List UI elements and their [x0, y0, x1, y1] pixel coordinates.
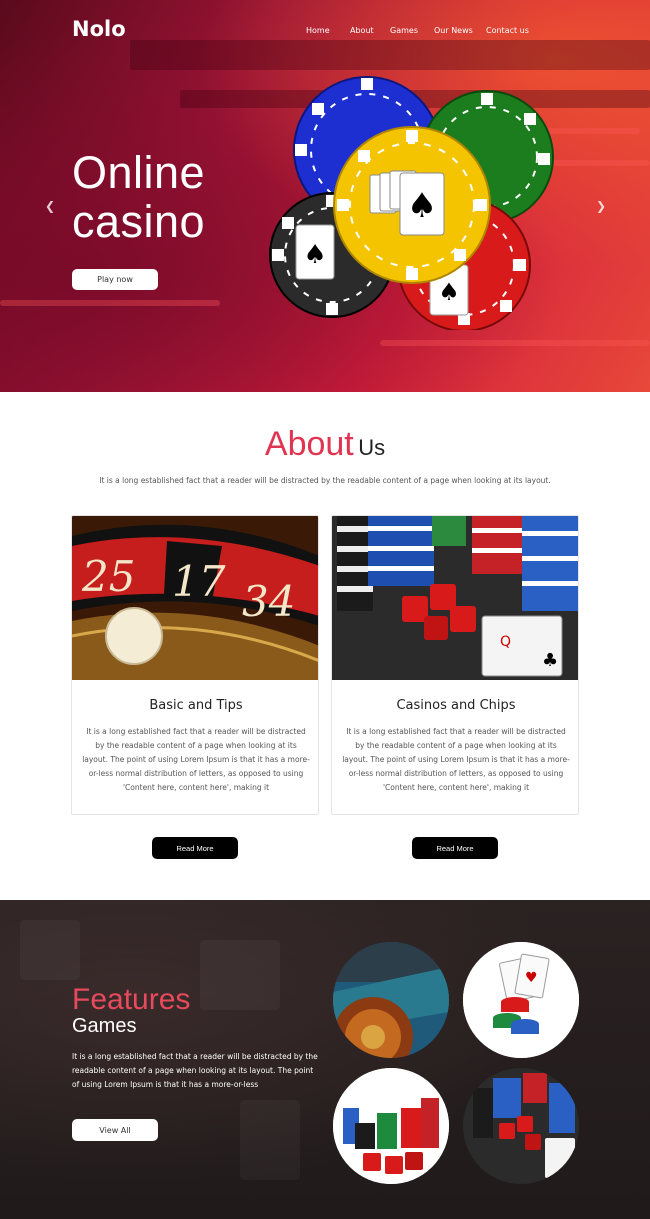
chips-dice-image: Q ♣ [332, 516, 578, 680]
game-roulette-table-image[interactable] [333, 942, 449, 1058]
read-more-button[interactable]: Read More [412, 837, 498, 859]
svg-text:♠: ♠ [407, 186, 437, 226]
hero-background-decoration [0, 300, 220, 306]
svg-text:Q: Q [500, 634, 511, 650]
play-now-button[interactable]: Play now [72, 269, 158, 290]
brand-logo[interactable]: Nolo [72, 17, 126, 41]
about-title: About Us [0, 425, 650, 464]
svg-text:♠: ♠ [438, 278, 460, 306]
card-title: Casinos and Chips [396, 698, 516, 713]
roulette-wheel-image: 25 17 34 [72, 516, 318, 680]
about-title-accent: About [264, 425, 354, 463]
features-background-decoration [240, 1100, 300, 1180]
card-title: Basic and Tips [149, 698, 243, 713]
about-subtitle: It is a long established fact that a rea… [99, 476, 551, 485]
svg-text:17: 17 [172, 557, 226, 606]
about-card-casinos-chips: Q ♣ Casinos and Chips It is a long estab… [331, 515, 579, 815]
view-all-button[interactable]: View All [72, 1119, 158, 1141]
about-title-rest: Us [358, 435, 386, 460]
nav-home[interactable]: Home [306, 26, 330, 35]
read-more-button[interactable]: Read More [152, 837, 238, 859]
casino-chips-illustration: ♠ ♠ ♠ [269, 76, 554, 330]
card-text: It is a long established fact that a rea… [82, 727, 310, 792]
svg-text:34: 34 [242, 577, 295, 626]
about-card-basic-tips: 25 17 34 Basic and Tips It is a long est… [71, 515, 319, 815]
card-text: It is a long established fact that a rea… [342, 727, 570, 792]
nav-games[interactable]: Games [390, 26, 418, 35]
features-subtitle: Games [72, 1015, 137, 1037]
game-chips-dice-image[interactable] [463, 1068, 579, 1184]
svg-text:♥: ♥ [525, 970, 538, 986]
svg-text:♣: ♣ [542, 650, 558, 671]
game-cards-chips-image[interactable]: ♥ [463, 942, 579, 1058]
game-chip-stacks-image[interactable] [333, 1068, 449, 1184]
nav-about[interactable]: About [350, 26, 374, 35]
svg-text:25: 25 [81, 552, 135, 601]
svg-text:♠: ♠ [303, 240, 326, 270]
hero-background-decoration [130, 40, 650, 70]
features-background-decoration [20, 920, 80, 980]
nav-contact-us[interactable]: Contact us [486, 26, 529, 35]
features-title: Features [72, 983, 191, 1016]
features-text: It is a long established fact that a rea… [72, 1052, 318, 1089]
chevron-right-icon[interactable]: ❯ [596, 199, 606, 213]
hero-section: Nolo Home About Games Our News Contact u… [0, 0, 650, 392]
nav-our-news[interactable]: Our News [434, 26, 473, 35]
hero-background-decoration [380, 340, 650, 346]
features-background-decoration [200, 940, 280, 1010]
chevron-left-icon[interactable]: ❮ [45, 199, 55, 213]
yellow-chip-icon: ♠ [333, 126, 491, 284]
